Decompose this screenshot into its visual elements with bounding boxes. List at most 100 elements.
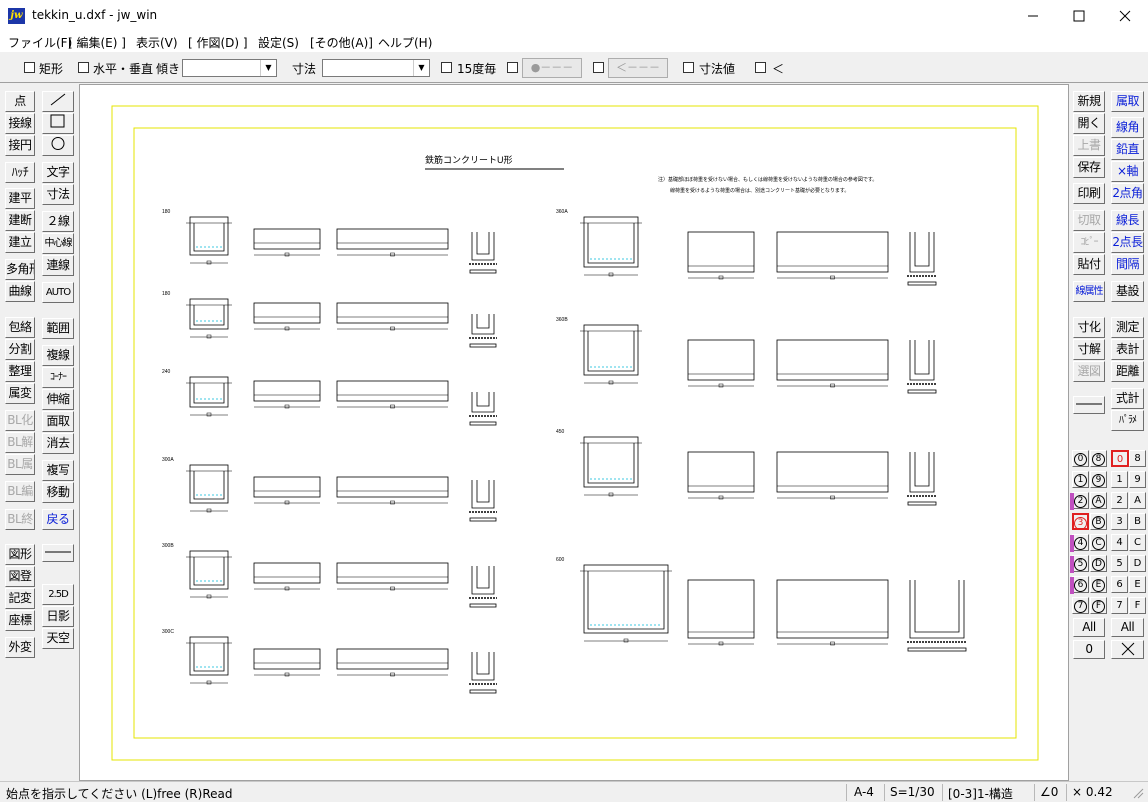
layer-group-4[interactable]: 4 xyxy=(1072,534,1089,551)
tool-coordinates[interactable]: 座標 xyxy=(5,610,35,631)
tool-point[interactable]: 点 xyxy=(5,91,35,112)
tool-copy[interactable]: 複写 xyxy=(42,460,74,481)
tool-rectangle[interactable] xyxy=(42,113,74,134)
tool-envelope[interactable]: 包絡 xyxy=(5,317,35,338)
tool-copy-clip[interactable]: ｺﾋﾟｰ xyxy=(1073,232,1105,253)
tool-block-edit[interactable]: BL編 xyxy=(5,481,35,502)
hv-checkbox[interactable] xyxy=(78,62,89,73)
tool-arch-plan[interactable]: 建平 xyxy=(5,188,35,209)
tool-shadow[interactable]: 日影 xyxy=(42,606,74,627)
layer-3[interactable]: 3 xyxy=(1111,513,1128,530)
tool-block-explode[interactable]: BL解 xyxy=(5,432,35,453)
tool-overwrite[interactable]: 上書 xyxy=(1073,135,1105,156)
tool-dim-ungroup[interactable]: 寸解 xyxy=(1073,339,1105,360)
layer-group-0[interactable]: 0 xyxy=(1072,450,1089,467)
tool-distance[interactable]: 距離 xyxy=(1111,361,1144,382)
tool-center-line[interactable]: 中心線 xyxy=(42,233,74,254)
layer-group-3-active[interactable]: 3 xyxy=(1072,513,1089,530)
drawing-canvas[interactable]: 鉄筋コンクリートU形 注）基礎部ほぼ荷重を受けない場合、もしくは線荷重を受けない… xyxy=(79,84,1069,781)
layer-e[interactable]: E xyxy=(1129,576,1146,593)
tool-cut[interactable]: 切取 xyxy=(1073,210,1105,231)
tool-base-settings[interactable]: 基設 xyxy=(1111,281,1144,302)
tool-hatch[interactable]: ﾊｯﾁ xyxy=(5,162,35,183)
tool-line-length[interactable]: 線長 xyxy=(1111,210,1144,231)
tool-2-5d[interactable]: 2.5D xyxy=(42,584,74,605)
tool-arch-section[interactable]: 建断 xyxy=(5,210,35,231)
tool-text[interactable]: 文字 xyxy=(42,162,74,183)
tool-line[interactable] xyxy=(42,91,74,112)
tool-arch-elevation[interactable]: 建立 xyxy=(5,232,35,253)
layer-group-b[interactable]: B xyxy=(1090,513,1107,530)
tool-formula-calc[interactable]: 式計 xyxy=(1111,388,1144,409)
status-angle[interactable]: ∠0 xyxy=(1040,785,1058,799)
circle-line-checkbox[interactable] xyxy=(507,62,518,73)
tool-figure[interactable]: 図形 xyxy=(5,544,35,565)
dimval-checkbox[interactable] xyxy=(683,62,694,73)
rect-checkbox[interactable] xyxy=(24,62,35,73)
status-scale[interactable]: S=1/30 xyxy=(890,785,935,799)
tool-measure[interactable]: 測定 xyxy=(1111,317,1144,338)
tool-dimension[interactable]: 寸法 xyxy=(42,184,74,205)
tool-curve[interactable]: 曲線 xyxy=(5,281,35,302)
menu-draw[interactable]: [ 作図(D) ] xyxy=(188,34,248,51)
tool-continuous-line[interactable]: 連線 xyxy=(42,255,74,276)
tool-line-attr[interactable]: 線属性 xyxy=(1073,281,1105,302)
layer-group-8[interactable]: 8 xyxy=(1090,450,1107,467)
layer-7[interactable]: 7 xyxy=(1111,597,1128,614)
menu-view[interactable]: 表示(V) xyxy=(136,34,178,51)
tool-block-attr[interactable]: BL属 xyxy=(5,454,35,475)
tool-tangent-circle[interactable]: 接円 xyxy=(5,135,35,156)
menu-settings[interactable]: 設定(S) xyxy=(258,34,299,51)
tool-auto[interactable]: AUTO xyxy=(42,282,74,303)
tool-select-figure[interactable]: 選図 xyxy=(1073,361,1105,382)
tool-save[interactable]: 保存 xyxy=(1073,157,1105,178)
layer-group-5[interactable]: 5 xyxy=(1072,555,1089,572)
drawing-svg[interactable]: 鉄筋コンクリートU形 注）基礎部ほぼ荷重を受けない場合、もしくは線荷重を受けない… xyxy=(80,85,1070,782)
status-zoom[interactable]: × 0.42 xyxy=(1072,785,1113,799)
layer-group-d[interactable]: D xyxy=(1090,555,1107,572)
tool-2point-angle[interactable]: 2点角 xyxy=(1111,183,1144,204)
deg15-checkbox[interactable] xyxy=(441,62,452,73)
tool-polygon[interactable]: 多角形 xyxy=(5,259,35,280)
layer-c[interactable]: C xyxy=(1129,534,1146,551)
layer-group-9[interactable]: 9 xyxy=(1090,471,1107,488)
tool-print[interactable]: 印刷 xyxy=(1073,183,1105,204)
dim-combo[interactable]: ▼ xyxy=(322,59,430,77)
status-layer[interactable]: [0-3]1-構造 xyxy=(948,785,1013,802)
circle-line-button[interactable]: ●－－－ xyxy=(522,58,582,78)
layer-zero-button[interactable]: 0 xyxy=(1073,640,1105,659)
tool-circle[interactable] xyxy=(42,135,74,156)
resize-grip-icon[interactable] xyxy=(1132,787,1144,799)
layer-b[interactable]: B xyxy=(1129,513,1146,530)
tool-open[interactable]: 開く xyxy=(1073,113,1105,134)
layer-group-7[interactable]: 7 xyxy=(1072,597,1089,614)
tool-line-angle[interactable]: 線角 xyxy=(1111,117,1144,138)
tool-x-axis[interactable]: ×軸 xyxy=(1111,161,1144,182)
tool-2point-length[interactable]: 2点長 xyxy=(1111,232,1144,253)
layer-group-f[interactable]: F xyxy=(1090,597,1107,614)
layer-d[interactable]: D xyxy=(1129,555,1146,572)
tool-paste[interactable]: 貼付 xyxy=(1073,254,1105,275)
tool-vertical[interactable]: 鉛直 xyxy=(1111,139,1144,160)
tool-stretch[interactable]: 伸縮 xyxy=(42,389,74,410)
tool-tangent-line[interactable]: 接線 xyxy=(5,113,35,134)
layer-group-all-button[interactable]: All xyxy=(1073,618,1105,637)
menu-other[interactable]: [その他(A)] xyxy=(310,34,373,51)
layer-8[interactable]: 8 xyxy=(1129,450,1146,467)
layer-1[interactable]: 1 xyxy=(1111,471,1128,488)
tool-external-change[interactable]: 外変 xyxy=(5,637,35,658)
tool-undo[interactable]: 戻る xyxy=(42,509,74,530)
menu-file[interactable]: ファイル(F) xyxy=(8,34,72,51)
tool-range[interactable]: 範囲 xyxy=(42,318,74,339)
layer-2[interactable]: 2 xyxy=(1111,492,1128,509)
menu-help[interactable]: ヘルプ(H) xyxy=(378,34,432,51)
layer-5[interactable]: 5 xyxy=(1111,555,1128,572)
close-button[interactable] xyxy=(1102,0,1148,32)
lt-checkbox[interactable] xyxy=(755,62,766,73)
layer-4[interactable]: 4 xyxy=(1111,534,1128,551)
tool-cleanup[interactable]: 整理 xyxy=(5,361,35,382)
tool-figure-register[interactable]: 図登 xyxy=(5,566,35,587)
layer-a[interactable]: A xyxy=(1129,492,1146,509)
tool-new[interactable]: 新規 xyxy=(1073,91,1105,112)
layer-all-button[interactable]: All xyxy=(1111,618,1144,637)
